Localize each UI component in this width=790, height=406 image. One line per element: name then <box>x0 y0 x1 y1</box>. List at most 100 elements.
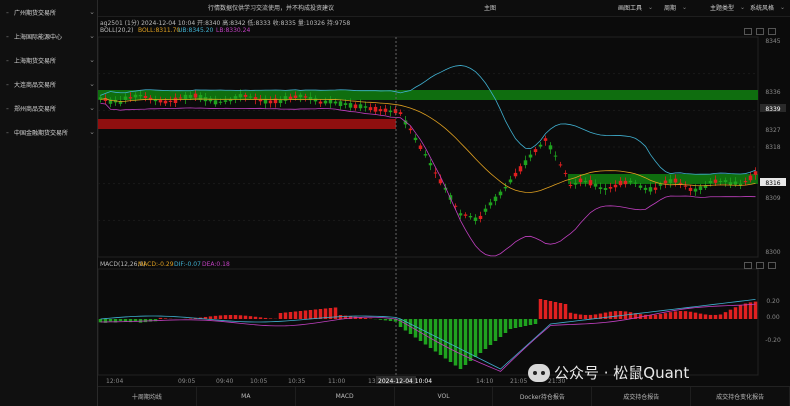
macd-bar <box>618 311 623 319</box>
macd-bar <box>363 318 368 319</box>
tab-4[interactable]: Docker持仓报告 <box>493 387 593 406</box>
time-axis-label: 09:40 <box>216 378 233 385</box>
boll-lb-label: LB:8330.24 <box>216 27 251 34</box>
macd-bar <box>443 319 448 359</box>
candle-body <box>188 94 193 98</box>
chevron-down-icon: ⌄ <box>780 4 786 11</box>
boll-ub-label: UB:8345.20 <box>178 27 214 34</box>
sidebar-item-1[interactable]: - 上海国际能源中心 ⌄ <box>0 28 98 44</box>
macd-bar <box>723 312 728 319</box>
candle-body <box>213 100 218 105</box>
macd-bar <box>693 312 698 319</box>
candle-body <box>563 172 568 174</box>
macd-bar <box>533 319 538 324</box>
disclaimer-text: 行情数据仅供学习交流使用，并不构成投资建议 <box>208 5 335 12</box>
menu-2[interactable]: 主题类型 ⌄ <box>710 3 745 12</box>
macd-bar <box>718 314 723 319</box>
macd-bar <box>743 303 748 319</box>
menu-0[interactable]: 画图工具 ⌄ <box>618 3 653 12</box>
candle-body <box>718 180 723 182</box>
candle-body <box>548 145 553 150</box>
tab-1[interactable]: MA <box>197 387 296 406</box>
dif-line <box>100 299 756 370</box>
candle-body <box>338 101 343 107</box>
settings-icon[interactable] <box>744 28 752 35</box>
macd-bar <box>523 319 528 326</box>
menu-3[interactable]: 系统风格 ⌄ <box>750 3 785 12</box>
macd-close-icon[interactable] <box>768 262 776 269</box>
macd-bar <box>213 315 218 319</box>
macd-bar <box>673 311 678 319</box>
macd-bar <box>263 317 268 319</box>
chevron-down-icon: ⌄ <box>682 4 688 11</box>
candle-body <box>578 178 583 183</box>
macd-bar <box>268 318 273 319</box>
candle-body <box>583 180 588 183</box>
candle-body <box>483 208 488 212</box>
macd-bar <box>503 319 508 333</box>
candle-body <box>463 214 468 216</box>
candle-body <box>723 180 728 182</box>
sidebar-item-label: 上海期货交易所 <box>14 57 57 65</box>
dif-value: DIF:-0.07 <box>174 261 201 268</box>
candle-body <box>713 179 718 183</box>
watermark: 公众号 · 松鼠Quant <box>528 362 689 383</box>
candle-body <box>168 100 173 102</box>
macd-bar <box>703 314 708 319</box>
macd-bar <box>588 314 593 319</box>
candle-body <box>143 95 148 99</box>
sidebar-item-label: 广州期货交易所 <box>14 9 57 17</box>
close-icon[interactable] <box>768 28 776 35</box>
candle-body <box>133 94 138 98</box>
kline-chart[interactable]: 8345 8336 8327 8318 8309 8300 8339 8316 0.20 0.00… <box>98 17 790 386</box>
macd-bar <box>233 315 238 319</box>
macd-bar <box>558 303 563 319</box>
macd-bar <box>438 319 443 355</box>
price-axis-label: 8318 <box>765 144 780 151</box>
maximize-icon[interactable] <box>756 28 764 35</box>
candle-body <box>708 180 713 184</box>
sidebar-item-5[interactable]: - 中国金融期货交易所 ⌄ <box>0 124 98 140</box>
candle-body <box>368 107 373 111</box>
macd-maximize-icon[interactable] <box>756 262 764 269</box>
candle-body <box>218 101 223 103</box>
macd-settings-icon[interactable] <box>744 262 752 269</box>
candle-body <box>643 187 648 190</box>
candle-body <box>408 128 413 131</box>
chevron-down-icon: ⌄ <box>89 104 95 112</box>
chevron-down-icon: ⌄ <box>740 4 746 11</box>
sidebar-item-0[interactable]: - 广州期货交易所 ⌄ <box>0 4 98 20</box>
chevron-down-icon: ⌄ <box>89 80 95 88</box>
tab-2[interactable]: MACD <box>296 387 395 406</box>
macd-bar <box>583 314 588 319</box>
candle-body <box>223 100 228 102</box>
menu-label: 周期 <box>664 5 677 12</box>
macd-bar <box>478 319 483 353</box>
menu-label: 画图工具 <box>618 5 643 12</box>
sidebar-item-2[interactable]: - 上海期货交易所 ⌄ <box>0 52 98 68</box>
macd-bar <box>283 312 288 319</box>
candle-body <box>413 137 418 141</box>
candle-body <box>258 99 263 102</box>
time-axis-label: 14:10 <box>476 378 493 385</box>
chart-area[interactable]: 8345 8336 8327 8318 8309 8300 8339 8316 0.20 0.00… <box>98 17 790 386</box>
sidebar-item-4[interactable]: - 郑州商品交易所 ⌄ <box>0 100 98 116</box>
tab-3[interactable]: VOL <box>395 387 494 406</box>
candle-body <box>518 166 523 172</box>
chevron-down-icon: ⌄ <box>89 32 95 40</box>
tab-6[interactable]: 成交持仓变化报告 <box>691 387 790 406</box>
macd-bar <box>628 312 633 319</box>
macd-bar <box>388 319 393 321</box>
candle-body <box>733 181 738 185</box>
candle-body <box>433 172 438 174</box>
sidebar-item-3[interactable]: - 大连商品交易所 ⌄ <box>0 76 98 92</box>
candle-body <box>418 145 423 149</box>
tab-0[interactable]: 十周期均线 <box>98 387 197 406</box>
candle-body <box>298 94 303 98</box>
sidebar-item-label: 郑州商品交易所 <box>14 105 57 113</box>
tab-5[interactable]: 成交持仓报告 <box>592 387 692 406</box>
main-chart-title: 主图 <box>484 5 497 12</box>
macd-bar <box>613 311 618 319</box>
macd-bar <box>578 314 583 319</box>
menu-1[interactable]: 周期 ⌄ <box>664 3 687 12</box>
